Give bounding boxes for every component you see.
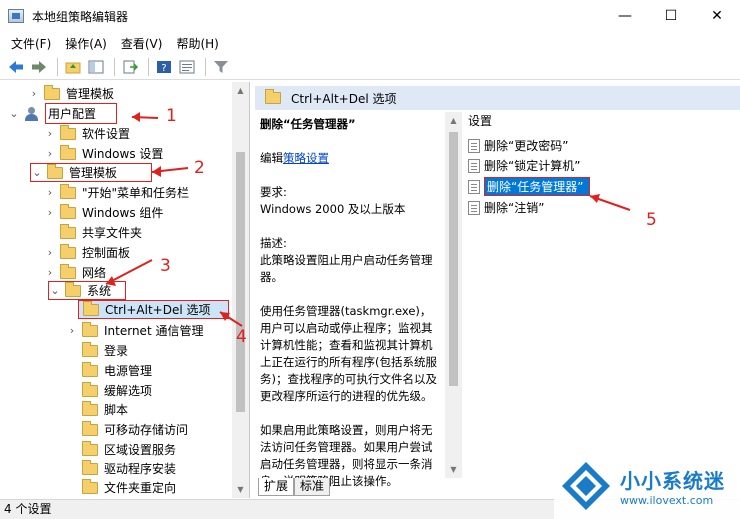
annotation-3: 3	[160, 256, 171, 276]
annotation-5: 5	[646, 210, 657, 230]
watermark-url: www.ilovext.com	[620, 493, 714, 507]
annotation-1: 1	[166, 106, 177, 126]
annotation-2: 2	[194, 158, 205, 178]
watermark-logo-icon	[560, 460, 612, 512]
annotation-4: 4	[236, 327, 247, 347]
watermark-name: 小小系统迷	[620, 468, 725, 493]
annotation-arrows	[105, 112, 631, 327]
watermark: 小小系统迷 www.ilovext.com	[554, 452, 740, 519]
